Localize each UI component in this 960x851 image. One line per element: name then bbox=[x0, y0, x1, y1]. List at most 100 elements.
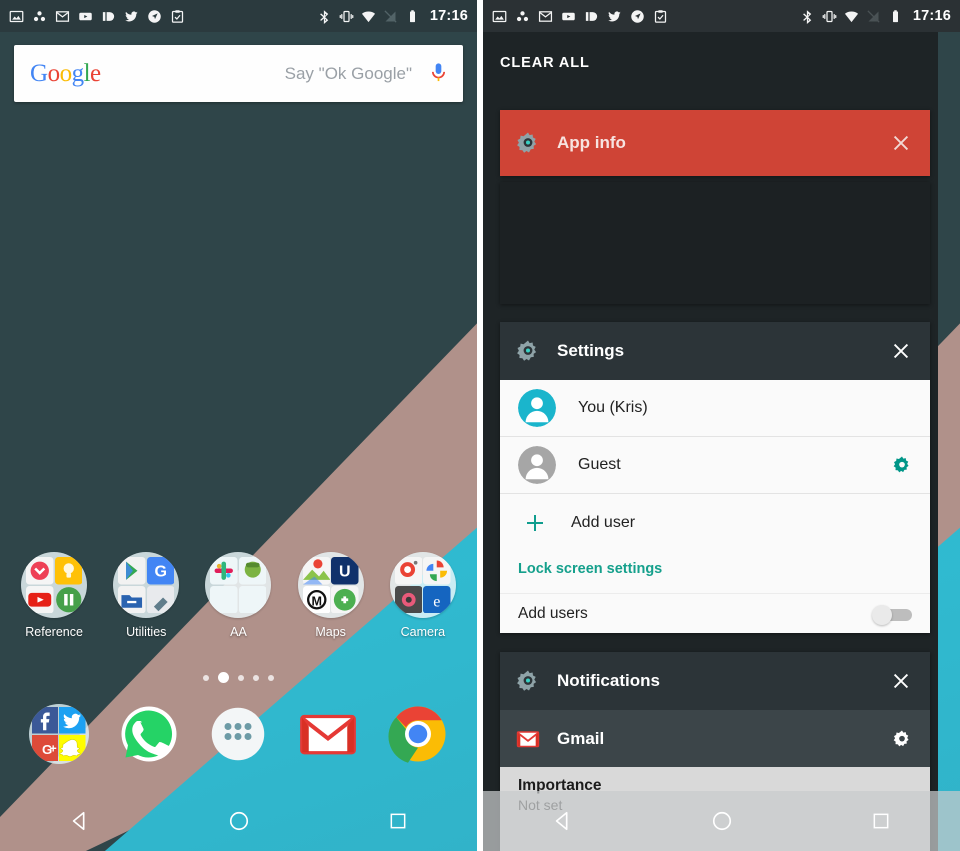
dock-item-app-drawer[interactable] bbox=[206, 702, 270, 766]
back-triangle-icon[interactable] bbox=[69, 810, 91, 832]
gmail-icon[interactable] bbox=[298, 704, 358, 764]
page-dot[interactable] bbox=[268, 674, 274, 681]
add-user-label: Add user bbox=[571, 513, 636, 531]
navigation-arrow-icon bbox=[148, 9, 161, 23]
gmail-label: Gmail bbox=[557, 728, 605, 748]
notifications-card-header[interactable]: Notifications bbox=[500, 652, 930, 710]
twitter-icon bbox=[125, 10, 138, 21]
screenshot-icon bbox=[492, 10, 507, 22]
android-auto-app-icon bbox=[238, 557, 267, 585]
guest-settings-gear-icon[interactable] bbox=[892, 455, 912, 475]
screenshot-icon bbox=[9, 10, 24, 22]
folder-icon-maps[interactable]: U M bbox=[297, 552, 364, 618]
page-dot-active[interactable] bbox=[218, 672, 229, 683]
plus-icon bbox=[527, 514, 543, 531]
navigation-bar bbox=[483, 791, 960, 851]
clipboard-icon bbox=[171, 9, 184, 23]
home-circle-icon[interactable] bbox=[711, 810, 733, 832]
user-row-guest[interactable]: Guest bbox=[500, 437, 930, 494]
app-label: Reference bbox=[25, 625, 83, 639]
app-cell-reference[interactable]: Reference bbox=[12, 552, 96, 639]
gmail-settings-gear-icon[interactable] bbox=[892, 729, 912, 749]
battery-icon bbox=[892, 9, 898, 22]
folder-icon-reference[interactable] bbox=[21, 552, 88, 618]
retouch-app-icon: e bbox=[423, 585, 451, 613]
user-avatar-grey bbox=[518, 446, 556, 484]
bluetooth-icon bbox=[803, 9, 812, 24]
recents-square-icon[interactable] bbox=[871, 811, 891, 831]
card-title: App info bbox=[557, 133, 626, 152]
back-button[interactable] bbox=[52, 801, 108, 841]
folder-icon-utilities[interactable]: G bbox=[113, 552, 180, 618]
social-folder-icon[interactable]: G + bbox=[28, 704, 89, 764]
keep-app-icon bbox=[54, 557, 83, 585]
gmail-notification-row[interactable]: Gmail bbox=[500, 710, 930, 767]
app-cell-aa[interactable]: AA bbox=[196, 552, 280, 639]
chat-app-icon bbox=[210, 585, 238, 613]
slack-app-icon bbox=[210, 557, 238, 585]
recents-button[interactable] bbox=[853, 801, 909, 841]
chrome-icon[interactable] bbox=[388, 704, 448, 764]
blank-app-icon bbox=[238, 585, 267, 613]
settings-gear-icon bbox=[517, 670, 537, 691]
battery-icon bbox=[409, 9, 415, 22]
add-users-toggle[interactable] bbox=[868, 604, 912, 625]
photo-editor-app-icon bbox=[394, 585, 423, 613]
app-cell-utilities[interactable]: G Utilities bbox=[104, 552, 188, 639]
wifi-icon bbox=[844, 11, 858, 22]
pocket-app-icon bbox=[26, 557, 54, 585]
svg-text:M: M bbox=[311, 594, 322, 608]
vibrate-icon bbox=[822, 10, 837, 22]
home-circle-icon[interactable] bbox=[228, 810, 250, 832]
home-button[interactable] bbox=[694, 801, 750, 841]
recents-square-icon[interactable] bbox=[388, 811, 408, 831]
folder-icon-aa[interactable] bbox=[205, 552, 272, 618]
back-triangle-icon[interactable] bbox=[552, 810, 574, 832]
status-bar-notification-icons bbox=[9, 9, 317, 24]
status-bar-notification-icons bbox=[492, 9, 800, 24]
google-search-bar[interactable]: Google Say "Ok Google" bbox=[14, 45, 463, 102]
google-drive-icon bbox=[33, 10, 46, 21]
app-drawer-icon[interactable] bbox=[208, 704, 268, 764]
user-avatar-teal bbox=[518, 389, 556, 427]
app-cell-maps[interactable]: U M Maps bbox=[289, 552, 373, 639]
back-button[interactable] bbox=[535, 801, 591, 841]
uber-app-icon: U bbox=[331, 557, 359, 585]
navigation-arrow-icon bbox=[631, 9, 644, 23]
app-folder-row: Reference G Utilities AA U M Maps e Came… bbox=[0, 552, 477, 639]
google-photos-app-icon bbox=[423, 557, 451, 585]
clear-all-button[interactable]: CLEAR ALL bbox=[500, 55, 590, 71]
add-users-toggle-row[interactable]: Add users bbox=[500, 593, 930, 633]
settings-card-header[interactable]: Settings bbox=[500, 322, 930, 380]
dock-item-whatsapp[interactable] bbox=[117, 702, 181, 766]
page-dot[interactable] bbox=[253, 674, 259, 681]
user-name: Guest bbox=[578, 456, 621, 473]
card-title: Notifications bbox=[557, 671, 660, 690]
search-placeholder: Say "Ok Google" bbox=[284, 63, 412, 83]
folder-icon-camera[interactable]: e bbox=[389, 552, 456, 618]
close-icon[interactable] bbox=[890, 670, 912, 692]
notification-card-settings[interactable]: Settings You (Kris) Guest Add user Lock … bbox=[500, 322, 930, 633]
settings-card-body: You (Kris) Guest Add user Lock screen se… bbox=[500, 380, 930, 633]
pocket-casts-icon bbox=[585, 11, 598, 21]
lock-screen-settings-link[interactable]: Lock screen settings bbox=[500, 551, 930, 593]
add-user-row[interactable]: Add user bbox=[500, 494, 930, 551]
twitter-icon bbox=[608, 10, 621, 21]
user-row-you[interactable]: You (Kris) bbox=[500, 380, 930, 437]
svg-text:+: + bbox=[50, 741, 57, 755]
notification-card-app-info[interactable]: App info bbox=[500, 110, 930, 176]
page-dot[interactable] bbox=[203, 674, 209, 681]
settings-gear-icon bbox=[517, 340, 537, 361]
close-icon[interactable] bbox=[890, 340, 912, 362]
close-icon[interactable] bbox=[890, 132, 912, 154]
home-button[interactable] bbox=[211, 801, 267, 841]
microphone-icon[interactable] bbox=[430, 61, 447, 87]
recents-button[interactable] bbox=[370, 801, 426, 841]
dock-item-chrome[interactable] bbox=[386, 702, 450, 766]
app-cell-camera[interactable]: e Camera bbox=[381, 552, 465, 639]
page-indicator-dots bbox=[0, 672, 477, 683]
dock-item-social-folder[interactable]: G + bbox=[27, 702, 91, 766]
whatsapp-icon[interactable] bbox=[119, 704, 179, 764]
page-dot[interactable] bbox=[238, 674, 244, 681]
dock-item-gmail[interactable] bbox=[296, 702, 360, 766]
